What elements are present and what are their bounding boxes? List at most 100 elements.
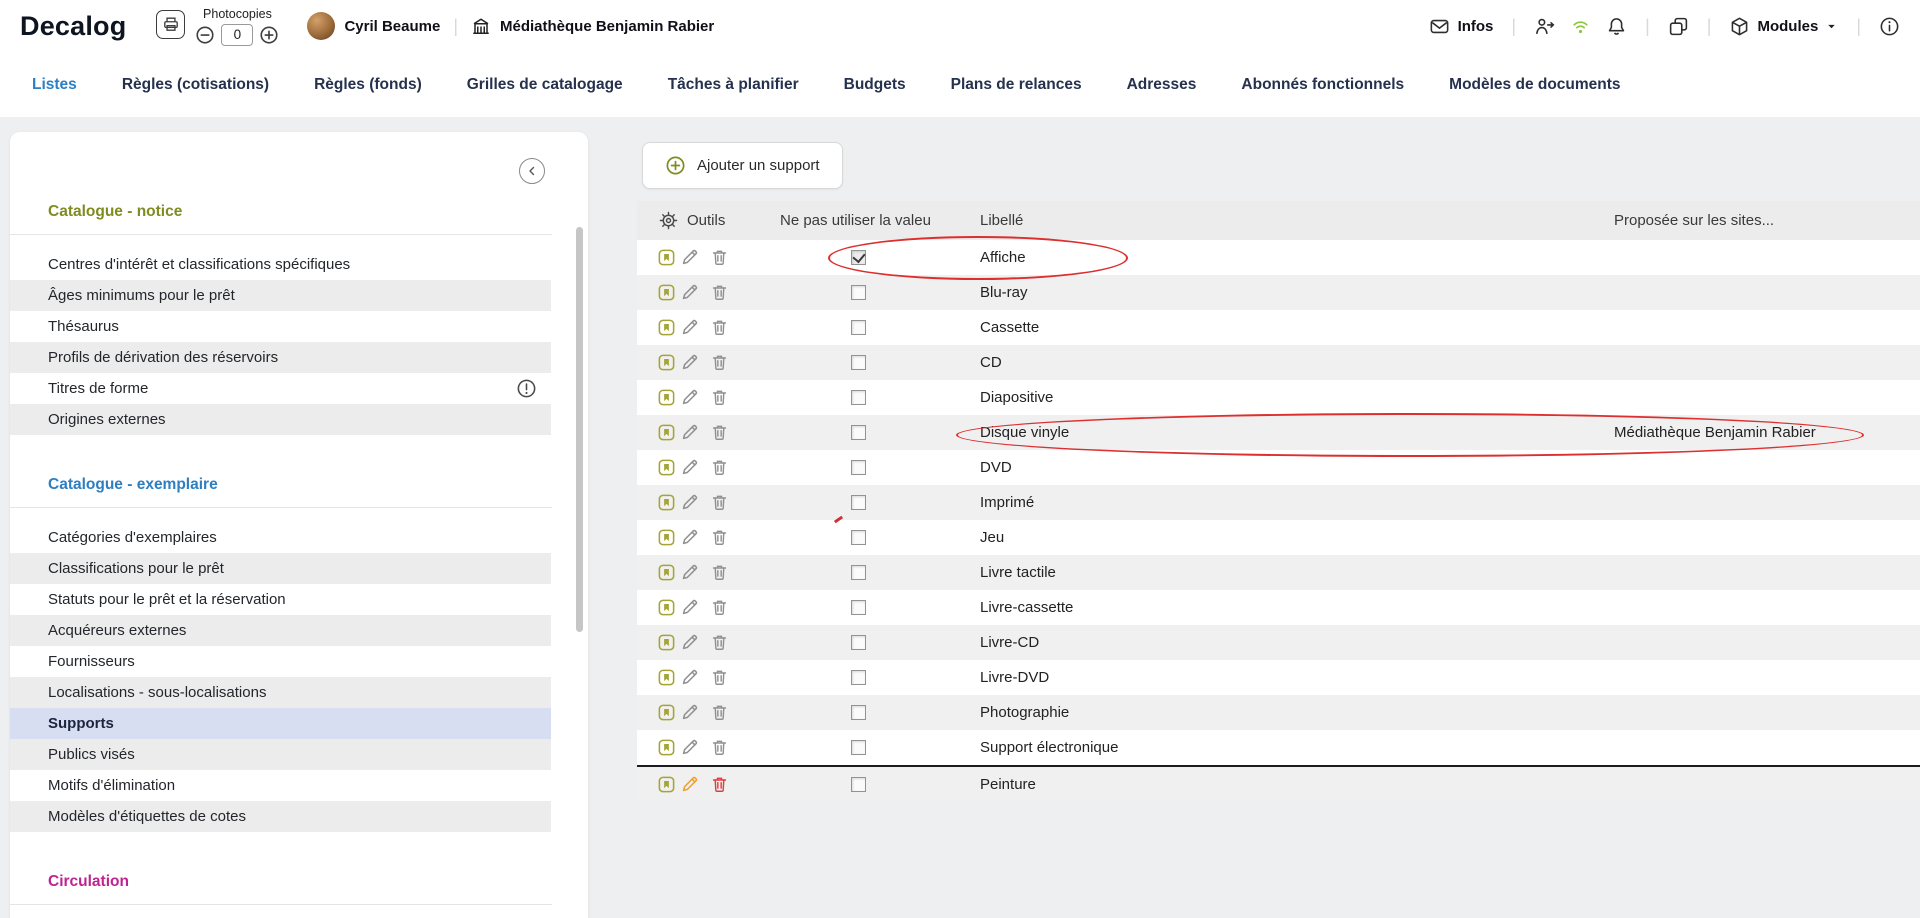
sidebar-item-fournisseurs[interactable]: Fournisseurs <box>10 646 551 677</box>
user-menu[interactable]: Cyril Beaume <box>307 12 440 40</box>
delete-icon[interactable] <box>710 388 729 407</box>
sidebar-item-origines-externes[interactable]: Origines externes <box>10 404 551 435</box>
ne-pas-utiliser-checkbox[interactable] <box>851 565 866 580</box>
bookmark-add-icon[interactable] <box>657 775 676 794</box>
edit-icon[interactable] <box>680 563 699 582</box>
edit-icon[interactable] <box>680 318 699 337</box>
delete-icon[interactable] <box>710 423 729 442</box>
delete-icon[interactable] <box>710 703 729 722</box>
library-selector[interactable]: Médiathèque Benjamin Rabier <box>471 16 714 36</box>
edit-icon[interactable] <box>680 283 699 302</box>
user-export-icon[interactable] <box>1534 16 1555 37</box>
delete-icon[interactable] <box>710 493 729 512</box>
ne-pas-utiliser-checkbox[interactable] <box>851 530 866 545</box>
ne-pas-utiliser-checkbox[interactable] <box>851 355 866 370</box>
delete-icon[interactable] <box>710 775 729 794</box>
ne-pas-utiliser-checkbox[interactable] <box>851 250 866 265</box>
ne-pas-utiliser-checkbox[interactable] <box>851 390 866 405</box>
photocopies-count-input[interactable] <box>221 24 253 46</box>
help-info-icon[interactable] <box>1879 16 1900 37</box>
delete-icon[interactable] <box>710 458 729 477</box>
tab-taches-a-planifier[interactable]: Tâches à planifier <box>668 76 799 94</box>
photocopies-plus-button[interactable] <box>259 25 279 45</box>
ne-pas-utiliser-checkbox[interactable] <box>851 777 866 792</box>
sidebar-item-motifs-elimination[interactable]: Motifs d'élimination <box>10 770 551 801</box>
tab-adresses[interactable]: Adresses <box>1127 76 1197 94</box>
edit-icon[interactable] <box>680 458 699 477</box>
bookmark-add-icon[interactable] <box>657 248 676 267</box>
sidebar-item-publics-vises[interactable]: Publics visés <box>10 739 551 770</box>
delete-icon[interactable] <box>710 738 729 757</box>
bookmark-add-icon[interactable] <box>657 388 676 407</box>
tab-listes[interactable]: Listes <box>32 76 77 94</box>
delete-icon[interactable] <box>710 633 729 652</box>
tab-modeles-de-documents[interactable]: Modèles de documents <box>1449 76 1620 94</box>
bookmark-add-icon[interactable] <box>657 633 676 652</box>
ne-pas-utiliser-checkbox[interactable] <box>851 320 866 335</box>
bookmark-add-icon[interactable] <box>657 738 676 757</box>
tab-budgets[interactable]: Budgets <box>844 76 906 94</box>
delete-icon[interactable] <box>710 563 729 582</box>
delete-icon[interactable] <box>710 668 729 687</box>
edit-icon[interactable] <box>680 528 699 547</box>
bookmark-add-icon[interactable] <box>657 458 676 477</box>
ne-pas-utiliser-checkbox[interactable] <box>851 705 866 720</box>
edit-icon[interactable] <box>680 598 699 617</box>
bookmark-add-icon[interactable] <box>657 528 676 547</box>
collapse-sidebar-button[interactable] <box>519 158 545 184</box>
sidebar-item-categories-exemplaires[interactable]: Catégories d'exemplaires <box>10 522 551 553</box>
ne-pas-utiliser-checkbox[interactable] <box>851 495 866 510</box>
delete-icon[interactable] <box>710 528 729 547</box>
alert-info-icon[interactable] <box>516 378 537 399</box>
add-support-button[interactable]: Ajouter un support <box>642 142 843 189</box>
edit-icon[interactable] <box>680 353 699 372</box>
ne-pas-utiliser-checkbox[interactable] <box>851 670 866 685</box>
sidebar-item-supports[interactable]: Supports <box>10 708 551 739</box>
sidebar-item-localisations[interactable]: Localisations - sous-localisations <box>10 677 551 708</box>
tab-plans-de-relances[interactable]: Plans de relances <box>951 76 1082 94</box>
sidebar-item-classifications-pret[interactable]: Classifications pour le prêt <box>10 553 551 584</box>
photocopies-minus-button[interactable] <box>195 25 215 45</box>
bookmark-add-icon[interactable] <box>657 668 676 687</box>
ne-pas-utiliser-checkbox[interactable] <box>851 425 866 440</box>
edit-icon[interactable] <box>680 388 699 407</box>
bookmark-add-icon[interactable] <box>657 318 676 337</box>
bookmark-add-icon[interactable] <box>657 493 676 512</box>
modules-menu[interactable]: Modules <box>1729 16 1838 37</box>
tab-regles-fonds[interactable]: Règles (fonds) <box>314 76 422 94</box>
sidebar-item-centres-interet[interactable]: Centres d'intérêt et classifications spé… <box>10 249 551 280</box>
edit-icon[interactable] <box>680 248 699 267</box>
tab-regles-cotisations[interactable]: Règles (cotisations) <box>122 76 269 94</box>
sidebar-item-statuts-pret-reservation[interactable]: Statuts pour le prêt et la réservation <box>10 584 551 615</box>
duplicate-window-icon[interactable] <box>1668 16 1689 37</box>
ne-pas-utiliser-checkbox[interactable] <box>851 635 866 650</box>
sidebar-item-thesaurus[interactable]: Thésaurus <box>10 311 551 342</box>
sidebar-item-ages-minimums[interactable]: Âges minimums pour le prêt <box>10 280 551 311</box>
ne-pas-utiliser-checkbox[interactable] <box>851 600 866 615</box>
edit-icon[interactable] <box>680 423 699 442</box>
bookmark-add-icon[interactable] <box>657 598 676 617</box>
ne-pas-utiliser-checkbox[interactable] <box>851 740 866 755</box>
sidebar-scrollbar[interactable] <box>576 227 583 632</box>
bookmark-add-icon[interactable] <box>657 353 676 372</box>
delete-icon[interactable] <box>710 248 729 267</box>
sidebar-item-modeles-etiquettes[interactable]: Modèles d'étiquettes de cotes <box>10 801 551 832</box>
rfid-beacon-icon[interactable] <box>1570 16 1591 37</box>
sidebar-item-titres-de-forme[interactable]: Titres de forme <box>10 373 551 404</box>
sidebar-item-profils-derivation[interactable]: Profils de dérivation des réservoirs <box>10 342 551 373</box>
notifications-bell-icon[interactable] <box>1606 16 1627 37</box>
delete-icon[interactable] <box>710 598 729 617</box>
infos-button[interactable]: Infos <box>1429 16 1494 37</box>
bookmark-add-icon[interactable] <box>657 703 676 722</box>
ne-pas-utiliser-checkbox[interactable] <box>851 285 866 300</box>
tab-abonnes-fonctionnels[interactable]: Abonnés fonctionnels <box>1241 76 1404 94</box>
delete-icon[interactable] <box>710 283 729 302</box>
bookmark-add-icon[interactable] <box>657 423 676 442</box>
tab-grilles-catalogage[interactable]: Grilles de catalogage <box>467 76 623 94</box>
edit-icon[interactable] <box>680 703 699 722</box>
edit-icon[interactable] <box>680 668 699 687</box>
bookmark-add-icon[interactable] <box>657 283 676 302</box>
bookmark-add-icon[interactable] <box>657 563 676 582</box>
ne-pas-utiliser-checkbox[interactable] <box>851 460 866 475</box>
edit-icon[interactable] <box>680 633 699 652</box>
